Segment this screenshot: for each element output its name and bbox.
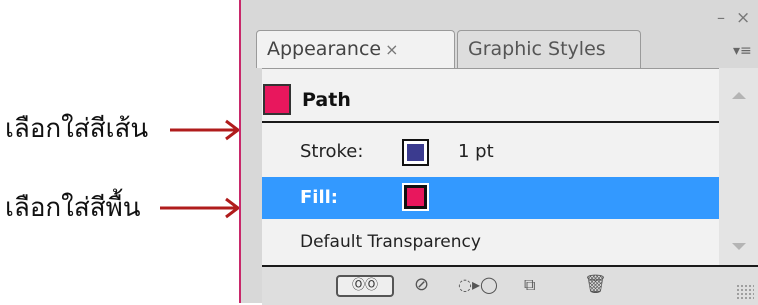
stroke-weight[interactable]: 1 pt: [458, 141, 494, 162]
fill-label: Fill:: [300, 187, 339, 208]
path-color-swatch: [263, 84, 291, 115]
panel-menu-icon[interactable]: ▾≡: [733, 43, 752, 59]
fill-arrow: [160, 197, 241, 219]
toggle-appearance-icon[interactable]: ⓄⓄ: [336, 275, 394, 297]
stroke-annotation: เลือกใส่สีเส้น: [5, 114, 149, 143]
fill-color-swatch[interactable]: [402, 183, 429, 211]
path-row[interactable]: Path: [262, 81, 738, 122]
tab-graphic-styles[interactable]: Graphic Styles: [457, 30, 641, 68]
stroke-label: Stroke:: [300, 141, 364, 162]
scroll-down-icon[interactable]: [732, 243, 746, 250]
scrollbar[interactable]: [719, 68, 758, 265]
duplicate-item-icon[interactable]: ◌▸◯: [458, 275, 498, 295]
scroll-up-icon[interactable]: [732, 92, 746, 99]
clear-appearance-icon[interactable]: ⊘: [414, 275, 429, 295]
path-separator: [262, 121, 738, 123]
new-item-icon[interactable]: ⧉: [524, 275, 535, 295]
tab-close-icon[interactable]: ×: [385, 40, 398, 59]
stroke-color-swatch[interactable]: [402, 139, 429, 166]
close-icon[interactable]: ×: [736, 8, 750, 28]
resize-grip-icon[interactable]: [736, 284, 754, 300]
appearance-list: Path Stroke: 1 pt Fill: Default Transpar…: [262, 68, 738, 266]
trash-icon[interactable]: 🗑: [584, 275, 607, 295]
panel-toolbar: ⓄⓄ ⊘ ◌▸◯ ⧉ 🗑: [262, 265, 758, 305]
fill-annotation: เลือกใส่สีพื้น: [5, 193, 141, 222]
stroke-row[interactable]: Stroke: 1 pt: [262, 130, 738, 176]
minimize-icon[interactable]: –: [717, 8, 725, 27]
tab-graphic-styles-label: Graphic Styles: [468, 38, 606, 60]
stroke-arrow: [170, 119, 241, 141]
fill-row[interactable]: Fill:: [262, 177, 738, 219]
path-label: Path: [302, 89, 351, 111]
tab-appearance[interactable]: Appearance ×: [256, 30, 455, 68]
panel-tabs: Appearance × Graphic Styles ▾≡: [241, 26, 758, 68]
transparency-label: Default Transparency: [300, 232, 481, 252]
transparency-row[interactable]: Default Transparency: [262, 221, 738, 265]
tab-appearance-label: Appearance: [267, 38, 382, 60]
